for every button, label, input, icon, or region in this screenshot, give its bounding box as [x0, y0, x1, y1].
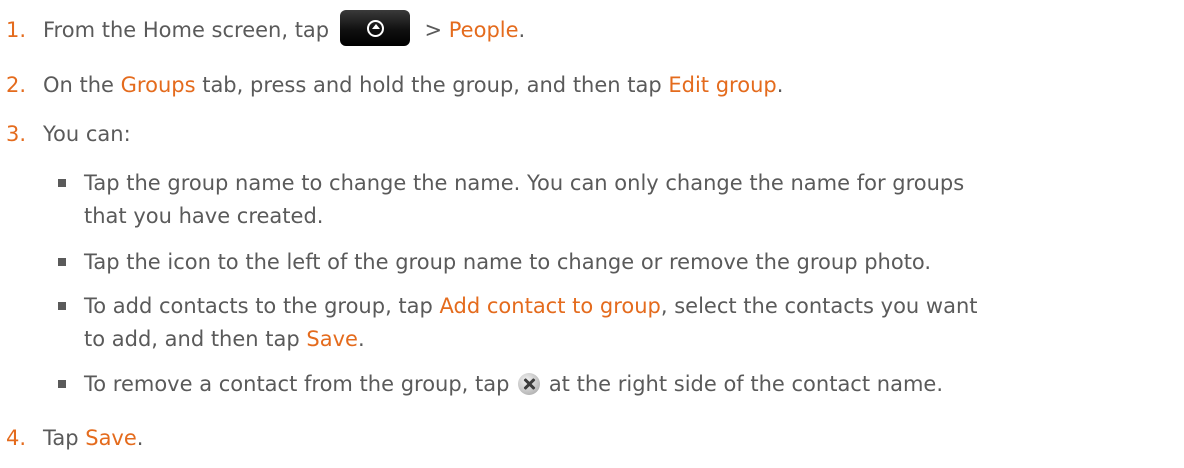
step-1-text: From the Home screen, tap [43, 18, 330, 42]
bullet-text: To add contacts to the group, tap [84, 294, 440, 318]
bullet-rename-group: Tap the group name to change the name. Y… [58, 167, 1174, 233]
bullet-text-line: that you have created. [84, 204, 324, 228]
step-4-text: Tap [43, 426, 86, 450]
bullet-text-line: To add contacts to the group, tap Add co… [58, 290, 1174, 323]
people-label: People [448, 18, 519, 42]
step-4: 4. Tap Save. [6, 424, 1176, 452]
bullet-text: To remove a contact from the group, tap [84, 372, 517, 396]
step-1-end: . [518, 18, 526, 42]
bullet-text-line: to add, and then tap Save. [58, 323, 1174, 356]
bullet-text-line: Tap the group name to change the name. Y… [84, 171, 965, 195]
remove-x-icon [518, 372, 541, 395]
bullet-marker [58, 380, 66, 388]
all-apps-icon [339, 10, 410, 46]
step-2: 2. On the Groups tab, press and hold the … [6, 71, 1176, 99]
bullet-marker [58, 258, 66, 266]
bullet-text: Tap the icon to the left of the group na… [84, 250, 932, 274]
step-2-text-mid: tab, press and hold the group, and then … [195, 73, 669, 97]
up-arrow-circle-icon [366, 20, 384, 37]
bullet-text-line: To remove a contact from the group, tap … [58, 368, 1174, 401]
bullet-text: to add, and then tap [84, 327, 307, 351]
bullet-text: . [357, 327, 365, 351]
step-1: 1. From the Home screen, tap > People. [6, 10, 1176, 46]
step-3: 3. You can: [6, 120, 1176, 148]
add-contact-to-group-label: Add contact to group [439, 294, 661, 318]
bullet-remove-contact: To remove a contact from the group, tap … [58, 368, 1174, 401]
step-2-end: . [776, 73, 784, 97]
bullet-marker [58, 302, 66, 310]
step-number: 3. [6, 122, 27, 146]
bullet-group-photo: Tap the icon to the left of the group na… [58, 246, 1174, 279]
bullet-add-contacts: To add contacts to the group, tap Add co… [58, 290, 1174, 356]
step-number: 1. [6, 18, 27, 42]
bullet-marker [58, 179, 66, 187]
bullet-text: at the right side of the contact name. [542, 372, 943, 396]
groups-tab-label: Groups [120, 73, 196, 97]
step-number: 4. [6, 426, 27, 450]
save-label: Save [306, 327, 358, 351]
step-1-separator: > [417, 18, 449, 42]
save-label: Save [85, 426, 137, 450]
step-3-text: You can: [43, 122, 131, 146]
step-number: 2. [6, 73, 27, 97]
step-4-end: . [136, 426, 144, 450]
edit-group-label: Edit group [668, 73, 777, 97]
bullet-text: , select the contacts you want [660, 294, 978, 318]
step-2-text: On the [43, 73, 121, 97]
